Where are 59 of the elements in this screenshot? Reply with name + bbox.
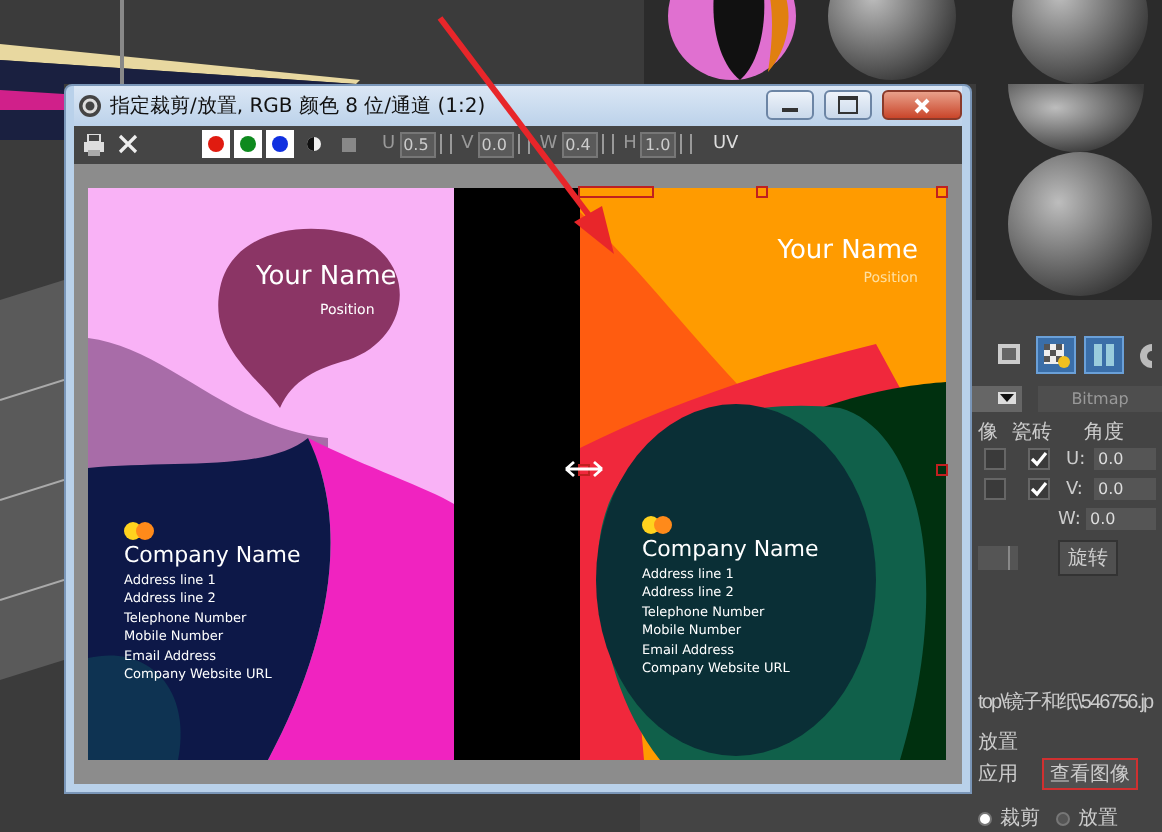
file-path: top\镜子和纸\546756.jp [978,689,1156,717]
channel-toggle[interactable] [202,130,230,159]
company-name: Company Name [124,542,301,568]
column-header: 角度 [1084,419,1124,446]
view-image-button[interactable]: 查看图像 [1042,758,1138,791]
number-field[interactable]: 0.5 [399,131,436,158]
radio-label: 裁剪 [1000,805,1040,832]
close-button[interactable] [882,90,962,121]
checkbox[interactable] [984,478,1006,501]
column-header: 瓷砖 [1012,419,1054,446]
field-label: W [539,134,558,155]
spinner-icon[interactable] [439,134,452,155]
logo-icon [642,516,672,534]
group-label: 放置 [978,729,1020,757]
spinner-icon[interactable] [601,134,614,155]
number-field[interactable]: 1.0 [640,131,677,158]
close-icon[interactable] [118,134,138,155]
number-field[interactable]: 0.0 [1094,478,1156,501]
map-type-button[interactable]: Bitmap [1038,385,1162,411]
field-label: H [623,134,637,155]
caret-icon [998,392,1016,404]
maximize-button[interactable] [824,90,872,121]
contrast-icon[interactable] [306,134,322,155]
close-icon [914,97,930,114]
column-header: 像 [978,419,1000,446]
number-field[interactable]: 0.0 [477,131,514,158]
number-field[interactable]: 0.4 [561,131,598,158]
printer-icon[interactable] [82,133,106,156]
spinner-icon[interactable] [517,134,530,155]
checker-icon[interactable] [1038,338,1074,373]
axis-label: V: [1066,479,1085,500]
spinner-field[interactable] [978,546,1018,571]
square-icon[interactable] [342,137,356,152]
radio-label: 放置 [1078,805,1118,832]
field-label: V [461,134,474,155]
app-icon [78,93,102,118]
number-field[interactable]: 0.0 [1086,508,1156,531]
window-title: 指定裁剪/放置, RGB 颜色 8 位/通道 (1:2) [110,93,486,120]
resize-cursor-icon [564,460,604,478]
channel-toggle[interactable] [266,130,294,159]
uv-label: UV [712,134,739,155]
bars-icon[interactable] [1086,338,1122,373]
channel-toggle[interactable] [234,130,262,159]
company-name: Company Name [642,536,819,562]
name-text: Your Name [256,262,397,292]
rotate-button[interactable]: 旋转 [1058,540,1118,577]
dropdown[interactable] [972,385,1022,411]
axis-label: U: [1066,449,1088,470]
minimize-button[interactable] [766,90,814,121]
axis-label: W: [1058,509,1083,530]
number-field[interactable]: 0.0 [1094,448,1156,471]
name-text: Your Name [777,236,918,266]
field-label: U [382,134,396,155]
spinner-icon[interactable] [680,134,693,155]
apply-label: 应用 [978,761,1018,789]
checkbox[interactable] [1028,478,1050,501]
checkbox[interactable] [1028,448,1050,471]
checkbox[interactable] [984,448,1006,471]
logo-icon [124,522,154,540]
